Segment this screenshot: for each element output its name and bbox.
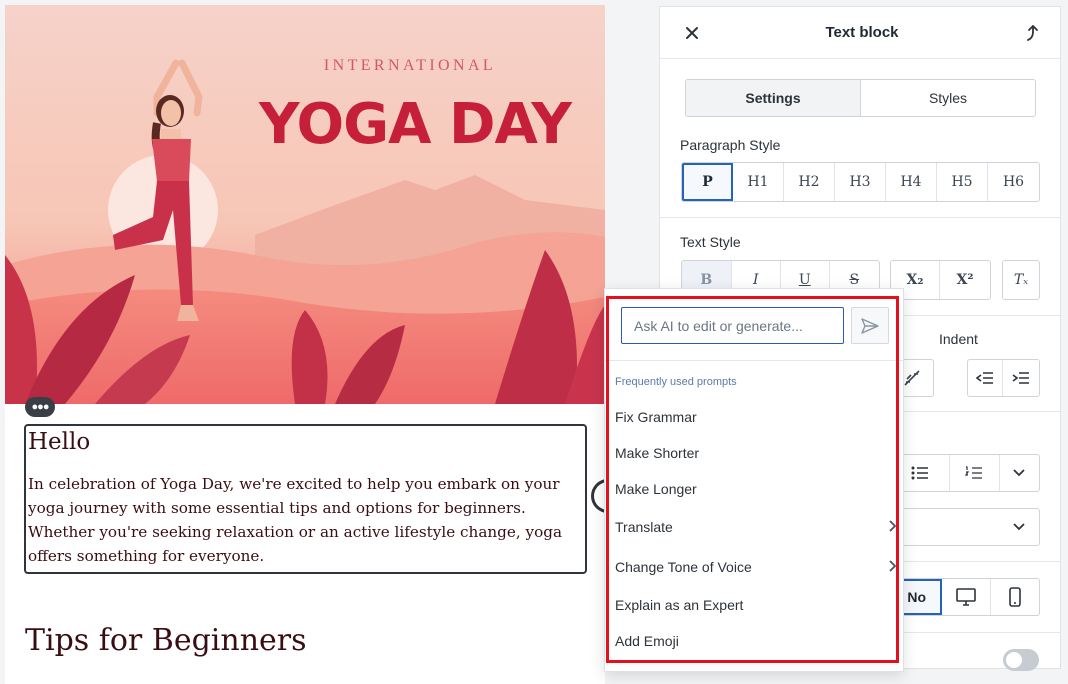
list-group bbox=[890, 454, 1040, 492]
indent-group bbox=[967, 359, 1040, 397]
list-dropdown-chevron-icon[interactable] bbox=[1000, 455, 1039, 491]
prompt-label: Explain as an Expert bbox=[615, 597, 744, 613]
paragraph-h6-button[interactable]: H6 bbox=[988, 163, 1039, 201]
mobile-icon[interactable] bbox=[991, 579, 1039, 615]
paragraph-h5-button[interactable]: H5 bbox=[937, 163, 988, 201]
prompt-explain-expert[interactable]: Explain as an Expert bbox=[615, 594, 897, 616]
desktop-icon[interactable] bbox=[942, 579, 991, 615]
prompt-label: Make Shorter bbox=[615, 445, 700, 461]
prompt-change-tone[interactable]: Change Tone of Voice bbox=[615, 556, 897, 578]
prompt-label: Fix Grammar bbox=[615, 409, 697, 425]
text-style-label: Text Style bbox=[680, 234, 741, 250]
close-icon[interactable] bbox=[682, 23, 702, 43]
panel-title: Text block bbox=[825, 24, 899, 41]
panel-header: Text block bbox=[660, 7, 1060, 59]
paragraph-style-label: Paragraph Style bbox=[680, 137, 781, 153]
prompt-label: Translate bbox=[615, 519, 673, 535]
prompt-make-shorter[interactable]: Make Shorter bbox=[615, 442, 897, 464]
hero-image[interactable]: INTERNATIONAL YOGA DAY bbox=[5, 5, 605, 404]
ai-assistant-popup: Frequently used prompts Fix Grammar Make… bbox=[604, 288, 904, 672]
prompt-translate[interactable]: Translate bbox=[615, 516, 897, 538]
prompt-label: Change Tone of Voice bbox=[615, 559, 752, 575]
hero-title: YOGA DAY bbox=[259, 92, 572, 157]
visibility-group: No bbox=[890, 578, 1040, 616]
superscript-button[interactable]: X² bbox=[940, 261, 990, 299]
prompt-fix-grammar[interactable]: Fix Grammar bbox=[615, 406, 897, 428]
numbered-list-icon[interactable] bbox=[950, 455, 1000, 491]
prompt-make-longer[interactable]: Make Longer bbox=[615, 478, 897, 500]
divider bbox=[605, 360, 903, 361]
indent-icon[interactable] bbox=[1003, 360, 1039, 396]
ai-prompt-input[interactable] bbox=[621, 307, 844, 344]
select-dropdown[interactable] bbox=[890, 508, 1040, 546]
paragraph-h1-button[interactable]: H1 bbox=[733, 163, 784, 201]
panel-tabs: Settings Styles bbox=[685, 79, 1036, 117]
drag-handle[interactable]: ●●● bbox=[25, 397, 55, 417]
drag-dots-icon: ●●● bbox=[31, 400, 50, 413]
outdent-icon[interactable] bbox=[968, 360, 1004, 396]
tab-styles[interactable]: Styles bbox=[861, 80, 1035, 116]
indent-label: Indent bbox=[939, 331, 978, 347]
text-block-body[interactable]: In celebration of Yoga Day, we're excite… bbox=[28, 472, 583, 568]
resize-handle[interactable] bbox=[591, 479, 605, 513]
toggle-switch[interactable] bbox=[1003, 649, 1039, 671]
clear-format-group: Tₓ bbox=[1002, 260, 1040, 300]
prompt-label: Add Emoji bbox=[615, 633, 679, 649]
tab-settings[interactable]: Settings bbox=[686, 80, 861, 116]
chevron-down-icon bbox=[999, 509, 1039, 545]
divider bbox=[660, 217, 1060, 218]
clear-format-button[interactable]: Tₓ bbox=[1003, 261, 1039, 299]
tips-heading[interactable]: Tips for Beginners bbox=[25, 623, 307, 659]
collapse-icon[interactable] bbox=[1022, 23, 1042, 43]
email-canvas: INTERNATIONAL YOGA DAY ●●● Hello In cele… bbox=[5, 5, 605, 684]
script-group: X₂ X² bbox=[890, 260, 991, 300]
prompt-label: Make Longer bbox=[615, 481, 697, 497]
paragraph-h4-button[interactable]: H4 bbox=[886, 163, 937, 201]
hero-subtitle: INTERNATIONAL bbox=[323, 57, 497, 74]
text-block-heading[interactable]: Hello bbox=[28, 428, 583, 456]
frequent-prompts-label: Frequently used prompts bbox=[615, 376, 737, 388]
paragraph-p-button[interactable]: P bbox=[682, 163, 733, 201]
prompt-add-emoji[interactable]: Add Emoji bbox=[615, 630, 897, 652]
paragraph-h2-button[interactable]: H2 bbox=[784, 163, 835, 201]
send-icon[interactable] bbox=[851, 307, 889, 344]
selected-text-block[interactable]: Hello In celebration of Yoga Day, we're … bbox=[24, 424, 587, 574]
paragraph-style-group: P H1 H2 H3 H4 H5 H6 bbox=[681, 162, 1040, 202]
chevron-right-icon bbox=[889, 559, 897, 575]
chevron-right-icon bbox=[889, 519, 897, 535]
paragraph-h3-button[interactable]: H3 bbox=[835, 163, 886, 201]
